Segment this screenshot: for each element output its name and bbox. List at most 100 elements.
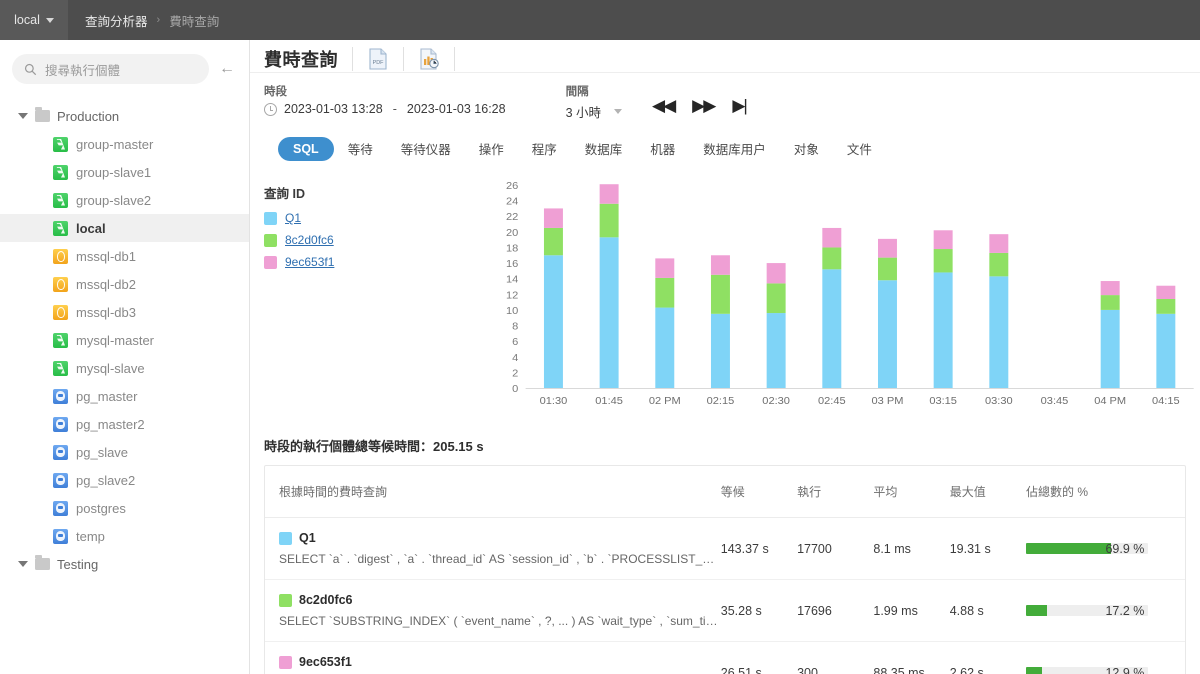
tab-文件[interactable]: 文件	[833, 134, 886, 163]
bar-segment[interactable]	[1156, 299, 1175, 314]
legend-label[interactable]: Q1	[285, 211, 301, 225]
sidebar-item-pg_slave2[interactable]: pg_slave2	[0, 466, 249, 494]
sidebar-item-pg_master2[interactable]: pg_master2	[0, 410, 249, 438]
row-query-id[interactable]: 8c2d0fc6	[279, 593, 721, 607]
bar-chart[interactable]: 0246810121416182022242601:3001:4502 PM02…	[494, 179, 1200, 414]
collapse-sidebar-icon[interactable]: ←	[215, 59, 239, 79]
legend-item-9ec653f1[interactable]: 9ec653f1	[264, 255, 494, 269]
mysql-database-icon	[53, 193, 68, 208]
col-header-query[interactable]: 根據時間的費時查詢	[265, 466, 721, 518]
table-row[interactable]: Q1SELECT `a` . `digest` , `a` . `thread_…	[265, 518, 1185, 580]
sidebar-item-temp[interactable]: temp	[0, 522, 249, 550]
tree-group-testing[interactable]: Testing	[0, 550, 249, 578]
sidebar-item-group-master[interactable]: group-master	[0, 130, 249, 158]
row-query-id[interactable]: Q1	[279, 531, 721, 545]
bar-segment[interactable]	[989, 234, 1008, 253]
tab-数据库用户[interactable]: 数据库用户	[689, 134, 780, 163]
sidebar-item-label: pg_slave	[76, 445, 128, 460]
bar-segment[interactable]	[878, 239, 897, 258]
sidebar-item-pg_master[interactable]: pg_master	[0, 382, 249, 410]
table-row[interactable]: 9ec653f1SELECT COUNT ( * ) `table_num` ,…	[265, 642, 1185, 674]
bar-segment[interactable]	[822, 247, 841, 269]
step-back-button[interactable]: ◀◀	[652, 97, 674, 114]
col-header-avg[interactable]: 平均	[873, 466, 949, 518]
sidebar-item-local[interactable]: local	[0, 214, 249, 242]
sidebar-item-pg_slave[interactable]: pg_slave	[0, 438, 249, 466]
bar-segment[interactable]	[767, 313, 786, 388]
bar-segment[interactable]	[711, 255, 730, 275]
tab-操作[interactable]: 操作	[465, 134, 518, 163]
bar-segment[interactable]	[544, 228, 563, 255]
col-header-wait[interactable]: 等候	[721, 466, 797, 518]
tab-数据库[interactable]: 数据库	[571, 134, 637, 163]
bar-segment[interactable]	[711, 314, 730, 388]
bar-segment[interactable]	[767, 263, 786, 283]
bar-segment[interactable]	[655, 258, 674, 278]
legend-label[interactable]: 9ec653f1	[285, 255, 334, 269]
export-pdf-icon[interactable]: PDF	[367, 47, 389, 71]
time-range-field[interactable]: 時段 2023-01-03 13:28 - 2023-01-03 16:28	[264, 83, 506, 116]
bar-segment[interactable]	[1101, 281, 1120, 295]
sidebar-item-label: pg_master2	[76, 417, 145, 432]
row-pct-bar-fill	[1026, 667, 1042, 674]
x-axis-tick: 01:30	[540, 395, 568, 407]
table-row[interactable]: 8c2d0fc6SELECT `SUBSTRING_INDEX` ( `even…	[265, 580, 1185, 642]
bar-segment[interactable]	[544, 208, 563, 228]
bar-segment[interactable]	[878, 258, 897, 281]
row-query-id[interactable]: 9ec653f1	[279, 655, 721, 669]
bar-segment[interactable]	[934, 230, 953, 249]
bar-segment[interactable]	[934, 272, 953, 388]
sidebar-item-group-slave1[interactable]: group-slave1	[0, 158, 249, 186]
bar-segment[interactable]	[655, 308, 674, 388]
legend-item-8c2d0fc6[interactable]: 8c2d0fc6	[264, 233, 494, 247]
bar-segment[interactable]	[1156, 314, 1175, 388]
jump-latest-button[interactable]: ▶|	[732, 97, 746, 114]
y-axis-tick: 18	[506, 243, 518, 255]
search-input[interactable]: 搜尋執行個體	[12, 54, 209, 84]
bar-segment[interactable]	[600, 204, 619, 238]
bar-segment[interactable]	[989, 276, 1008, 388]
bar-segment[interactable]	[934, 249, 953, 272]
sidebar-item-postgres[interactable]: postgres	[0, 494, 249, 522]
sidebar-item-group-slave2[interactable]: group-slave2	[0, 186, 249, 214]
sidebar-item-mssql-db3[interactable]: mssql-db3	[0, 298, 249, 326]
tab-SQL[interactable]: SQL	[278, 137, 334, 161]
col-header-pct[interactable]: 佔總數的 %	[1026, 466, 1185, 518]
mysql-database-icon	[53, 221, 68, 236]
bar-segment[interactable]	[822, 269, 841, 388]
sidebar-item-mysql-slave[interactable]: mysql-slave	[0, 354, 249, 382]
bar-segment[interactable]	[989, 253, 1008, 276]
tab-程序[interactable]: 程序	[518, 134, 571, 163]
bar-segment[interactable]	[655, 278, 674, 308]
bar-segment[interactable]	[600, 184, 619, 204]
metric-tabs: SQL等待等待仪器操作程序数据库机器数据库用户对象文件	[264, 121, 1200, 163]
tab-等待[interactable]: 等待	[334, 134, 387, 163]
step-forward-button[interactable]: ▶▶	[692, 97, 714, 114]
bar-segment[interactable]	[767, 283, 786, 313]
tab-机器[interactable]: 机器	[636, 134, 689, 163]
bar-segment[interactable]	[544, 255, 563, 388]
bar-segment[interactable]	[600, 237, 619, 388]
bar-segment[interactable]	[822, 228, 841, 248]
instance-selector[interactable]: local	[0, 0, 68, 40]
bar-segment[interactable]	[711, 275, 730, 314]
bar-segment[interactable]	[878, 280, 897, 388]
legend-label[interactable]: 8c2d0fc6	[285, 233, 334, 247]
search-icon	[24, 63, 37, 76]
legend-item-Q1[interactable]: Q1	[264, 211, 494, 225]
bar-segment[interactable]	[1101, 295, 1120, 310]
tree-group-production[interactable]: Production	[0, 102, 249, 130]
col-header-exec[interactable]: 執行	[797, 466, 873, 518]
bar-segment[interactable]	[1101, 310, 1120, 388]
sidebar-item-mssql-db2[interactable]: mssql-db2	[0, 270, 249, 298]
export-chart-icon[interactable]	[418, 47, 440, 71]
breadcrumb-parent[interactable]: 查詢分析器	[85, 11, 148, 30]
tab-等待仪器[interactable]: 等待仪器	[387, 134, 465, 163]
col-header-max[interactable]: 最大值	[950, 466, 1026, 518]
tab-对象[interactable]: 对象	[780, 134, 833, 163]
sidebar-item-mysql-master[interactable]: mysql-master	[0, 326, 249, 354]
row-max: 4.88 s	[950, 580, 1026, 642]
interval-field[interactable]: 間隔 3 小時	[566, 83, 622, 121]
sidebar-item-mssql-db1[interactable]: mssql-db1	[0, 242, 249, 270]
bar-segment[interactable]	[1156, 286, 1175, 299]
